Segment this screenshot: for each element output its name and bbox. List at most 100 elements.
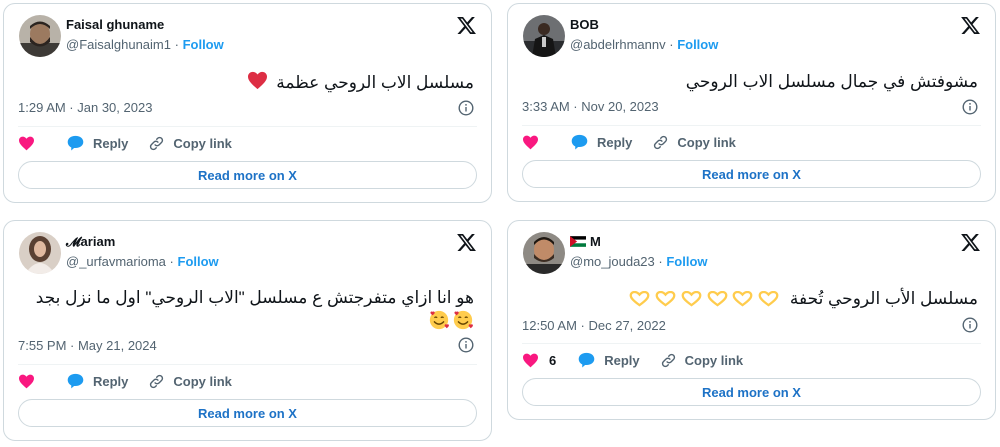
handle-line: @Faisalghunaim1 · Follow bbox=[66, 37, 224, 52]
tweet-timestamp[interactable]: 1:29 AM · Jan 30, 2023 bbox=[18, 100, 152, 115]
tweet-timestamp[interactable]: 12:50 AM · Dec 27, 2022 bbox=[522, 318, 666, 333]
reply-label: Reply bbox=[604, 352, 640, 368]
user-handle[interactable]: @_urfavmarioma bbox=[66, 254, 166, 269]
reply-button[interactable]: Reply bbox=[571, 134, 632, 150]
reply-label: Reply bbox=[93, 373, 129, 389]
avatar[interactable] bbox=[19, 15, 61, 57]
read-more-button[interactable]: Read more on X bbox=[522, 378, 981, 406]
like-button[interactable] bbox=[522, 135, 549, 150]
tweet-text-line: مشوفتش في جمال مسلسل الاب الروحي bbox=[686, 71, 978, 92]
x-logo-icon[interactable] bbox=[456, 15, 477, 36]
display-name[interactable]: BOB bbox=[570, 17, 599, 32]
reply-label: Reply bbox=[597, 134, 633, 150]
palestine-flag-icon bbox=[570, 236, 586, 247]
yellow-heart-hands-emoji bbox=[733, 290, 753, 307]
x-logo-icon[interactable] bbox=[960, 15, 981, 36]
tweet-text: مسلسل الأب الروحي تُحفة bbox=[789, 289, 978, 308]
tweet-text-line: مسلسل الأب الروحي تُحفة bbox=[629, 288, 978, 312]
follow-button[interactable]: Follow bbox=[178, 254, 219, 269]
reply-button[interactable]: Reply bbox=[578, 352, 640, 368]
display-name[interactable]: Faisal ghuname bbox=[66, 17, 164, 32]
separator: · bbox=[169, 254, 174, 269]
handle-line: @mo_jouda23 · Follow bbox=[570, 254, 708, 269]
follow-button[interactable]: Follow bbox=[666, 254, 707, 269]
reply-bubble-icon bbox=[67, 373, 84, 389]
divider bbox=[522, 343, 981, 344]
smiling-face-with-hearts-emoji bbox=[429, 310, 449, 330]
tweet-text: هو انا ازاي متفرجتش ع مسلسل "الاب الروحي… bbox=[35, 288, 474, 307]
action-bar: 6 Reply Copy link bbox=[522, 350, 743, 370]
separator: · bbox=[658, 254, 663, 269]
yellow-heart-hands-emoji bbox=[655, 290, 676, 307]
like-count: 6 bbox=[549, 352, 557, 368]
action-bar: Reply Copy link bbox=[18, 133, 232, 153]
display-name[interactable]: 𝓜ariam bbox=[66, 234, 115, 250]
like-button[interactable] bbox=[18, 136, 45, 151]
read-more-button[interactable]: Read more on X bbox=[18, 399, 477, 427]
copy-link-label: Copy link bbox=[684, 352, 744, 368]
yellow-heart-hands-emoji bbox=[707, 290, 728, 307]
follow-button[interactable]: Follow bbox=[183, 37, 224, 52]
follow-button[interactable]: Follow bbox=[677, 37, 718, 52]
reply-button[interactable]: Reply bbox=[67, 135, 128, 151]
divider bbox=[18, 126, 477, 127]
copy-link-label: Copy link bbox=[677, 134, 736, 150]
copy-link-label: Copy link bbox=[173, 135, 232, 151]
reply-bubble-icon bbox=[571, 134, 588, 150]
copy-link-button[interactable]: Copy link bbox=[652, 134, 736, 151]
tweet-text: مسلسل الاب الروحي عظمة bbox=[276, 73, 474, 92]
read-more-button[interactable]: Read more on X bbox=[522, 160, 981, 188]
reply-label: Reply bbox=[93, 135, 129, 151]
divider bbox=[522, 125, 981, 126]
tweet-card: M @mo_jouda23 · Follow مسلسل الأب الروحي… bbox=[507, 220, 996, 420]
tweet-timestamp[interactable]: 3:33 AM · Nov 20, 2023 bbox=[522, 99, 659, 114]
emoji-row bbox=[428, 309, 474, 331]
yellow-heart-hands-emoji bbox=[758, 290, 779, 307]
action-bar: Reply Copy link bbox=[522, 132, 736, 152]
yellow-heart-hands-emoji bbox=[681, 290, 702, 307]
reply-bubble-icon bbox=[67, 135, 84, 151]
divider bbox=[18, 364, 477, 365]
emoji-group bbox=[629, 290, 779, 312]
yellow-heart-hands-emoji bbox=[630, 290, 650, 307]
user-handle[interactable]: @mo_jouda23 bbox=[570, 254, 655, 269]
display-name-line[interactable]: M bbox=[570, 234, 601, 249]
copy-link-button[interactable]: Copy link bbox=[660, 352, 744, 369]
tweet-timestamp[interactable]: 7:55 PM · May 21, 2024 bbox=[18, 338, 157, 353]
handle-line: @abdelrhmannv · Follow bbox=[570, 37, 718, 52]
link-icon bbox=[150, 374, 164, 388]
heart-icon bbox=[523, 353, 538, 367]
like-button[interactable] bbox=[18, 374, 45, 389]
copy-link-button[interactable]: Copy link bbox=[148, 135, 232, 152]
info-icon[interactable] bbox=[458, 337, 474, 353]
user-handle[interactable]: @abdelrhmannv bbox=[570, 37, 666, 52]
reply-button[interactable]: Reply bbox=[67, 373, 128, 389]
x-logo-icon[interactable] bbox=[960, 232, 981, 253]
tweet-text: مشوفتش في جمال مسلسل الاب الروحي bbox=[685, 72, 978, 91]
display-name[interactable]: M bbox=[590, 234, 601, 249]
avatar[interactable] bbox=[19, 232, 61, 274]
link-icon bbox=[150, 136, 164, 150]
smiling-face-with-hearts-emoji bbox=[453, 310, 473, 330]
tweet-text-line: هو انا ازاي متفرجتش ع مسلسل "الاب الروحي… bbox=[36, 287, 474, 308]
tweet-text-line: مسلسل الاب الروحي عظمة bbox=[247, 71, 474, 93]
link-icon bbox=[661, 353, 675, 367]
info-icon[interactable] bbox=[962, 99, 978, 115]
tweet-card: BOB @abdelrhmannv · Follow مشوفتش في جما… bbox=[507, 3, 996, 202]
separator: · bbox=[174, 37, 179, 52]
info-icon[interactable] bbox=[962, 317, 978, 333]
heart-icon bbox=[19, 374, 34, 388]
copy-link-label: Copy link bbox=[173, 373, 232, 389]
link-icon bbox=[654, 135, 668, 149]
read-more-button[interactable]: Read more on X bbox=[18, 161, 477, 189]
avatar[interactable] bbox=[523, 15, 565, 57]
tweet-card: Faisal ghuname @Faisalghunaim1 · Follow … bbox=[3, 3, 492, 203]
avatar[interactable] bbox=[523, 232, 565, 274]
heart-icon bbox=[523, 135, 538, 149]
action-bar: Reply Copy link bbox=[18, 371, 232, 391]
x-logo-icon[interactable] bbox=[456, 232, 477, 253]
info-icon[interactable] bbox=[458, 100, 474, 116]
copy-link-button[interactable]: Copy link bbox=[148, 373, 232, 390]
like-button[interactable]: 6 bbox=[522, 353, 556, 368]
user-handle[interactable]: @Faisalghunaim1 bbox=[66, 37, 171, 52]
